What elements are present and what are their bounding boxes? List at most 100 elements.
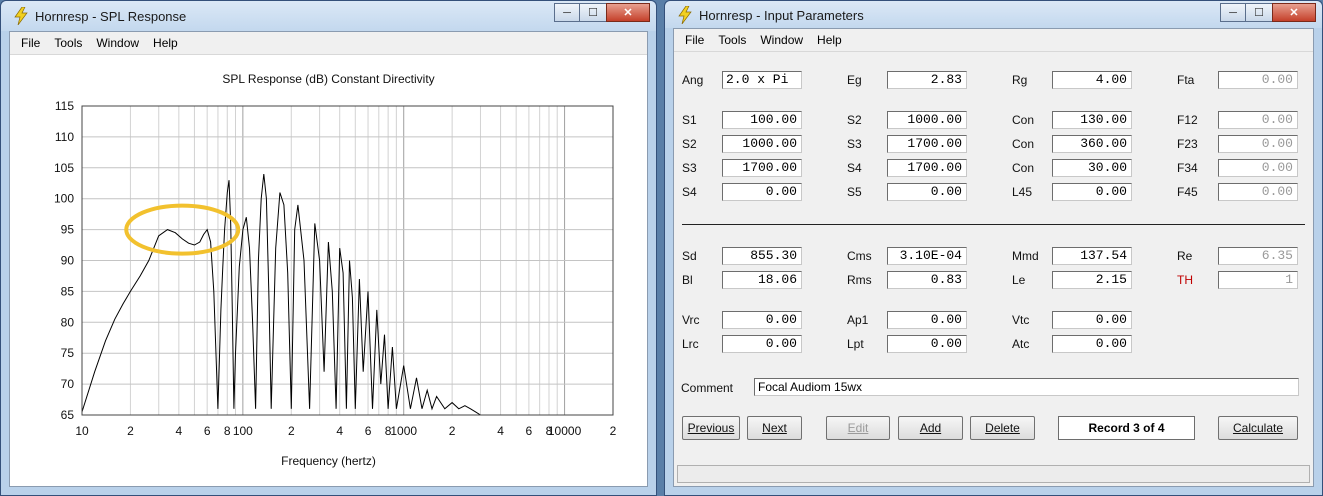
status-bar [677,465,1310,483]
param-label-l45: L45 [1012,185,1033,199]
param-field-s4[interactable]: 1700.00 [887,159,967,177]
maximize-button[interactable]: ☐ [580,3,606,22]
close-button[interactable]: ✕ [606,3,650,22]
x-tick-label: 6 [204,424,211,438]
param-label-atc: Atc [1012,337,1030,351]
param-field-rms[interactable]: 0.83 [887,271,967,289]
param-field-eg[interactable]: 2.83 [887,71,967,89]
y-tick-label: 70 [61,377,75,391]
x-tick-label: 10000 [548,424,582,438]
param-field-s3[interactable]: 1700.00 [722,159,802,177]
x-tick-label: 2 [449,424,456,438]
param-field-re[interactable]: 6.35 [1218,247,1298,265]
param-label-mmd: Mmd [1012,249,1039,263]
param-label-lrc: Lrc [682,337,699,351]
x-tick-label: 4 [336,424,343,438]
param-field-bl[interactable]: 18.06 [722,271,802,289]
param-label-vrc: Vrc [682,313,700,327]
add-button[interactable]: Add [898,416,963,440]
x-tick-label: 1000 [390,424,417,438]
param-label-s1: S1 [682,113,697,127]
param-field-le[interactable]: 2.15 [1052,271,1132,289]
param-label-con: Con [1012,137,1035,151]
param-field-s3[interactable]: 1700.00 [887,135,967,153]
param-label-f23: F23 [1177,137,1198,151]
y-tick-label: 90 [61,254,75,268]
y-tick-label: 100 [54,192,74,206]
maximize-icon: ☐ [1254,7,1264,19]
param-field-th[interactable]: 1 [1218,271,1298,289]
param-label-sd: Sd [682,249,697,263]
param-field-mmd[interactable]: 137.54 [1052,247,1132,265]
param-label-s5: S5 [847,185,862,199]
y-tick-label: 110 [55,130,74,144]
param-field-fta[interactable]: 0.00 [1218,71,1298,89]
close-button[interactable]: ✕ [1272,3,1316,22]
input-titlebar[interactable]: Hornresp - Input Parameters ─ ☐ ✕ [665,1,1322,28]
param-field-s4[interactable]: 0.00 [722,183,802,201]
input-parameters-window: Hornresp - Input Parameters ─ ☐ ✕ File T… [664,0,1323,496]
comment-field[interactable]: Focal Audiom 15wx [754,378,1299,396]
param-label-ap1: Ap1 [847,313,869,327]
param-field-cms[interactable]: 3.10E-04 [887,247,967,265]
param-field-con[interactable]: 130.00 [1052,111,1132,129]
param-field-sd[interactable]: 855.30 [722,247,802,265]
param-label-bl: Bl [682,273,693,287]
param-field-f45[interactable]: 0.00 [1218,183,1298,201]
param-field-vtc[interactable]: 0.00 [1052,311,1132,329]
param-field-s5[interactable]: 0.00 [887,183,967,201]
param-label-vtc: Vtc [1012,313,1030,327]
y-tick-label: 80 [61,315,75,329]
param-field-vrc[interactable]: 0.00 [722,311,802,329]
calculate-button[interactable]: Calculate [1218,416,1298,440]
param-field-s2[interactable]: 1000.00 [722,135,802,153]
param-field-rg[interactable]: 4.00 [1052,71,1132,89]
param-field-con[interactable]: 360.00 [1052,135,1132,153]
param-label-ang: Ang [682,73,704,87]
separator [682,224,1305,225]
param-label-f12: F12 [1177,113,1198,127]
menu-tools[interactable]: Tools [711,33,753,47]
menu-window[interactable]: Window [753,33,810,47]
x-tick-label: 6 [365,424,372,438]
param-field-ang[interactable]: 2.0 x Pi [722,71,802,89]
param-field-atc[interactable]: 0.00 [1052,335,1132,353]
param-label-fta: Fta [1177,73,1195,87]
edit-button[interactable]: Edit [826,416,890,440]
input-menubar: File Tools Window Help [674,29,1313,52]
param-label-le: Le [1012,273,1026,287]
previous-button[interactable]: Previous [682,416,740,440]
next-button[interactable]: Next [747,416,802,440]
y-tick-label: 75 [61,346,75,360]
maximize-button[interactable]: ☐ [1246,3,1272,22]
param-label-rg: Rg [1012,73,1028,87]
y-tick-label: 95 [61,223,75,237]
input-window-title: Hornresp - Input Parameters [699,8,864,23]
param-field-f12[interactable]: 0.00 [1218,111,1298,129]
param-label-cms: Cms [847,249,872,263]
x-tick-label: 6 [526,424,533,438]
param-field-ap1[interactable]: 0.00 [887,311,967,329]
param-label-re: Re [1177,249,1193,263]
param-field-lrc[interactable]: 0.00 [722,335,802,353]
x-tick-label: 100 [233,424,253,438]
x-tick-label: 8 [224,424,231,438]
param-field-s2[interactable]: 1000.00 [887,111,967,129]
y-tick-label: 115 [55,99,74,113]
param-field-f23[interactable]: 0.00 [1218,135,1298,153]
lightning-icon [678,6,692,24]
param-field-con[interactable]: 30.00 [1052,159,1132,177]
minimize-button[interactable]: ─ [554,3,580,22]
menu-file[interactable]: File [678,33,711,47]
delete-button[interactable]: Delete [970,416,1035,440]
spl-chart: 6570758085909510010511011510 2 4 6 8 100 2 4 6 81… [54,99,617,438]
x-tick-label: 4 [176,424,183,438]
param-field-f34[interactable]: 0.00 [1218,159,1298,177]
minimize-button[interactable]: ─ [1220,3,1246,22]
spl-titlebar[interactable]: Hornresp - SPL Response ─ ☐ ✕ [1,1,656,31]
menu-help[interactable]: Help [810,33,849,47]
param-label-s2: S2 [847,113,862,127]
param-field-s1[interactable]: 100.00 [722,111,802,129]
param-field-l45[interactable]: 0.00 [1052,183,1132,201]
param-field-lpt[interactable]: 0.00 [887,335,967,353]
